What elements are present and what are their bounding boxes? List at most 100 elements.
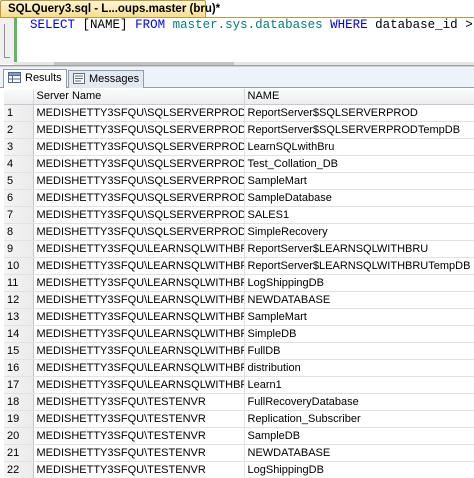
table-row[interactable]: 2 MEDISHETTY3SFQU\SQLSERVERPROD ReportServ… xyxy=(4,121,474,139)
row-number-cell[interactable]: 3 xyxy=(4,138,34,156)
table-row[interactable]: 19 MEDISHETTY3SFQU\TESTENVR Replication_Su… xyxy=(4,410,474,428)
table-row[interactable]: 1 MEDISHETTY3SFQU\SQLSERVERPROD ReportServ… xyxy=(4,104,474,122)
server-name-cell[interactable]: MEDISHETTY3SFQU\LEARNSQLWITHBRU xyxy=(33,325,245,343)
server-name-cell[interactable]: MEDISHETTY3SFQU\LEARNSQLWITHBRU xyxy=(33,308,245,326)
table-row[interactable]: 9 MEDISHETTY3SFQU\LEARNSQLWITHBRU ReportSe… xyxy=(4,240,474,258)
database-name-cell[interactable]: ReportServer$LEARNSQLWITHBRU xyxy=(244,240,474,258)
database-name-cell[interactable]: ReportServer$SQLSERVERPROD xyxy=(244,104,474,122)
database-name-cell[interactable]: Learn1 xyxy=(244,376,474,394)
server-name-cell[interactable]: MEDISHETTY3SFQU\SQLSERVERPROD xyxy=(33,189,245,207)
database-name-cell[interactable]: LogShippingDB xyxy=(244,461,474,478)
table-row[interactable]: 5 MEDISHETTY3SFQU\SQLSERVERPROD SampleMart xyxy=(4,172,474,190)
database-name-cell[interactable]: FullDB xyxy=(244,342,474,360)
database-name-cell[interactable]: ReportServer$SQLSERVERPRODTempDB xyxy=(244,121,474,139)
table-row[interactable]: 14 MEDISHETTY3SFQU\LEARNSQLWITHBRU SimpleD… xyxy=(4,325,474,343)
table-row[interactable]: 8 MEDISHETTY3SFQU\SQLSERVERPROD SimpleReco… xyxy=(4,223,474,241)
row-number-cell[interactable]: 9 xyxy=(4,240,34,258)
database-name-cell[interactable]: SampleMart xyxy=(244,172,474,190)
table-row[interactable]: 4 MEDISHETTY3SFQU\SQLSERVERPROD Test_Colla… xyxy=(4,155,474,173)
database-name-cell[interactable]: SALES1 xyxy=(244,206,474,224)
row-number-cell[interactable]: 17 xyxy=(4,376,34,394)
server-name-cell[interactable]: MEDISHETTY3SFQU\LEARNSQLWITHBRU xyxy=(33,240,245,258)
row-number-cell[interactable]: 16 xyxy=(4,359,34,377)
row-number-cell[interactable]: 15 xyxy=(4,342,34,360)
editor-scrollbar-thumb[interactable] xyxy=(54,62,234,65)
editor-horizontal-scrollbar[interactable] xyxy=(14,62,474,65)
grid-corner-cell[interactable] xyxy=(4,89,34,105)
row-number-cell[interactable]: 7 xyxy=(4,206,34,224)
database-name-cell[interactable]: SampleMart xyxy=(244,308,474,326)
row-number-cell[interactable]: 10 xyxy=(4,257,34,275)
server-name-cell[interactable]: MEDISHETTY3SFQU\LEARNSQLWITHBRU xyxy=(33,342,245,360)
table-row[interactable]: 7 MEDISHETTY3SFQU\SQLSERVERPROD SALES1 xyxy=(4,206,474,224)
server-name-cell[interactable]: MEDISHETTY3SFQU\TESTENVR xyxy=(33,410,245,428)
row-number-cell[interactable]: 20 xyxy=(4,427,34,445)
server-name-cell[interactable]: MEDISHETTY3SFQU\TESTENVR xyxy=(33,427,245,445)
database-name-cell[interactable]: FullRecoveryDatabase xyxy=(244,393,474,411)
sql-statement-line[interactable]: SELECT [NAME] FROM master.sys.databases … xyxy=(30,18,474,32)
database-name-cell[interactable]: SampleDatabase xyxy=(244,189,474,207)
server-name-cell[interactable]: MEDISHETTY3SFQU\LEARNSQLWITHBRU xyxy=(33,257,245,275)
row-number-cell[interactable]: 5 xyxy=(4,172,34,190)
table-row[interactable]: 12 MEDISHETTY3SFQU\LEARNSQLWITHBRU NEWDATA… xyxy=(4,291,474,309)
database-name-cell[interactable]: ReportServer$LEARNSQLWITHBRUTempDB xyxy=(244,257,474,275)
table-row[interactable]: 21 MEDISHETTY3SFQU\TESTENVR NEWDATABASE xyxy=(4,444,474,462)
database-name-cell[interactable]: SimpleRecovery xyxy=(244,223,474,241)
row-number-cell[interactable]: 11 xyxy=(4,274,34,292)
table-row[interactable]: 13 MEDISHETTY3SFQU\LEARNSQLWITHBRU SampleM… xyxy=(4,308,474,326)
table-row[interactable]: 18 MEDISHETTY3SFQU\TESTENVR FullRecoveryDa… xyxy=(4,393,474,411)
server-name-cell[interactable]: MEDISHETTY3SFQU\TESTENVR xyxy=(33,393,245,411)
table-row[interactable]: 16 MEDISHETTY3SFQU\LEARNSQLWITHBRU distrib… xyxy=(4,359,474,377)
server-name-cell[interactable]: MEDISHETTY3SFQU\SQLSERVERPROD xyxy=(33,104,245,122)
table-row[interactable]: 15 MEDISHETTY3SFQU\LEARNSQLWITHBRU FullDB xyxy=(4,342,474,360)
database-name-cell[interactable]: LogShippingDB xyxy=(244,274,474,292)
table-row[interactable]: 6 MEDISHETTY3SFQU\SQLSERVERPROD SampleData… xyxy=(4,189,474,207)
server-name-cell[interactable]: MEDISHETTY3SFQU\LEARNSQLWITHBRU xyxy=(33,274,245,292)
server-name-cell[interactable]: MEDISHETTY3SFQU\SQLSERVERPROD xyxy=(33,172,245,190)
database-name-cell[interactable]: NEWDATABASE xyxy=(244,444,474,462)
row-number-cell[interactable]: 6 xyxy=(4,189,34,207)
database-name-cell[interactable]: SampleDB xyxy=(244,427,474,445)
row-number-cell[interactable]: 1 xyxy=(4,104,34,122)
table-row[interactable]: 17 MEDISHETTY3SFQU\LEARNSQLWITHBRU Learn1 xyxy=(4,376,474,394)
row-number-cell[interactable]: 21 xyxy=(4,444,34,462)
row-number-cell[interactable]: 12 xyxy=(4,291,34,309)
server-name-cell[interactable]: MEDISHETTY3SFQU\LEARNSQLWITHBRU xyxy=(33,291,245,309)
server-name-cell[interactable]: MEDISHETTY3SFQU\SQLSERVERPROD xyxy=(33,121,245,139)
server-name-cell[interactable]: MEDISHETTY3SFQU\TESTENVR xyxy=(33,461,245,478)
row-number-cell[interactable]: 8 xyxy=(4,223,34,241)
row-number-cell[interactable]: 2 xyxy=(4,121,34,139)
server-name-cell[interactable]: MEDISHETTY3SFQU\SQLSERVERPROD xyxy=(33,138,245,156)
server-name-cell[interactable]: MEDISHETTY3SFQU\SQLSERVERPROD xyxy=(33,155,245,173)
results-grid[interactable]: Server Name NAME 1 MEDISHETTY3SFQU\SQLSER… xyxy=(4,89,474,478)
tab-messages[interactable]: Messages xyxy=(68,70,145,88)
row-number-cell[interactable]: 13 xyxy=(4,308,34,326)
query-document-tab[interactable]: SQLQuery3.sql - L...oups.master (bru)* xyxy=(0,0,220,18)
server-name-cell[interactable]: MEDISHETTY3SFQU\TESTENVR xyxy=(33,444,245,462)
server-name-cell[interactable]: MEDISHETTY3SFQU\LEARNSQLWITHBRU xyxy=(33,359,245,377)
table-row[interactable]: 3 MEDISHETTY3SFQU\SQLSERVERPROD LearnSQLwi… xyxy=(4,138,474,156)
tab-results[interactable]: Results xyxy=(3,69,67,88)
database-name-cell[interactable]: SimpleDB xyxy=(244,325,474,343)
database-name-cell[interactable]: Test_Collation_DB xyxy=(244,155,474,173)
database-name-cell[interactable]: distribution xyxy=(244,359,474,377)
server-name-cell[interactable]: MEDISHETTY3SFQU\SQLSERVERPROD xyxy=(33,206,245,224)
server-name-cell[interactable]: MEDISHETTY3SFQU\LEARNSQLWITHBRU xyxy=(33,376,245,394)
outline-collapse-icon[interactable] xyxy=(4,24,12,58)
column-header-name[interactable]: NAME xyxy=(244,89,474,105)
database-name-cell[interactable]: Replication_Subscriber xyxy=(244,410,474,428)
table-row[interactable]: 11 MEDISHETTY3SFQU\LEARNSQLWITHBRU LogShip… xyxy=(4,274,474,292)
row-number-cell[interactable]: 14 xyxy=(4,325,34,343)
row-number-cell[interactable]: 18 xyxy=(4,393,34,411)
row-number-cell[interactable]: 4 xyxy=(4,155,34,173)
table-row[interactable]: 22 MEDISHETTY3SFQU\TESTENVR LogShippingDB xyxy=(4,461,474,478)
query-editor[interactable]: SELECT [NAME] FROM master.sys.databases … xyxy=(0,18,474,66)
row-number-cell[interactable]: 22 xyxy=(4,461,34,478)
table-row[interactable]: 20 MEDISHETTY3SFQU\TESTENVR SampleDB xyxy=(4,427,474,445)
row-number-cell[interactable]: 19 xyxy=(4,410,34,428)
server-name-cell[interactable]: MEDISHETTY3SFQU\SQLSERVERPROD xyxy=(33,223,245,241)
table-row[interactable]: 10 MEDISHETTY3SFQU\LEARNSQLWITHBRU ReportS… xyxy=(4,257,474,275)
database-name-cell[interactable]: LearnSQLwithBru xyxy=(244,138,474,156)
column-header-server-name[interactable]: Server Name xyxy=(33,89,245,105)
database-name-cell[interactable]: NEWDATABASE xyxy=(244,291,474,309)
